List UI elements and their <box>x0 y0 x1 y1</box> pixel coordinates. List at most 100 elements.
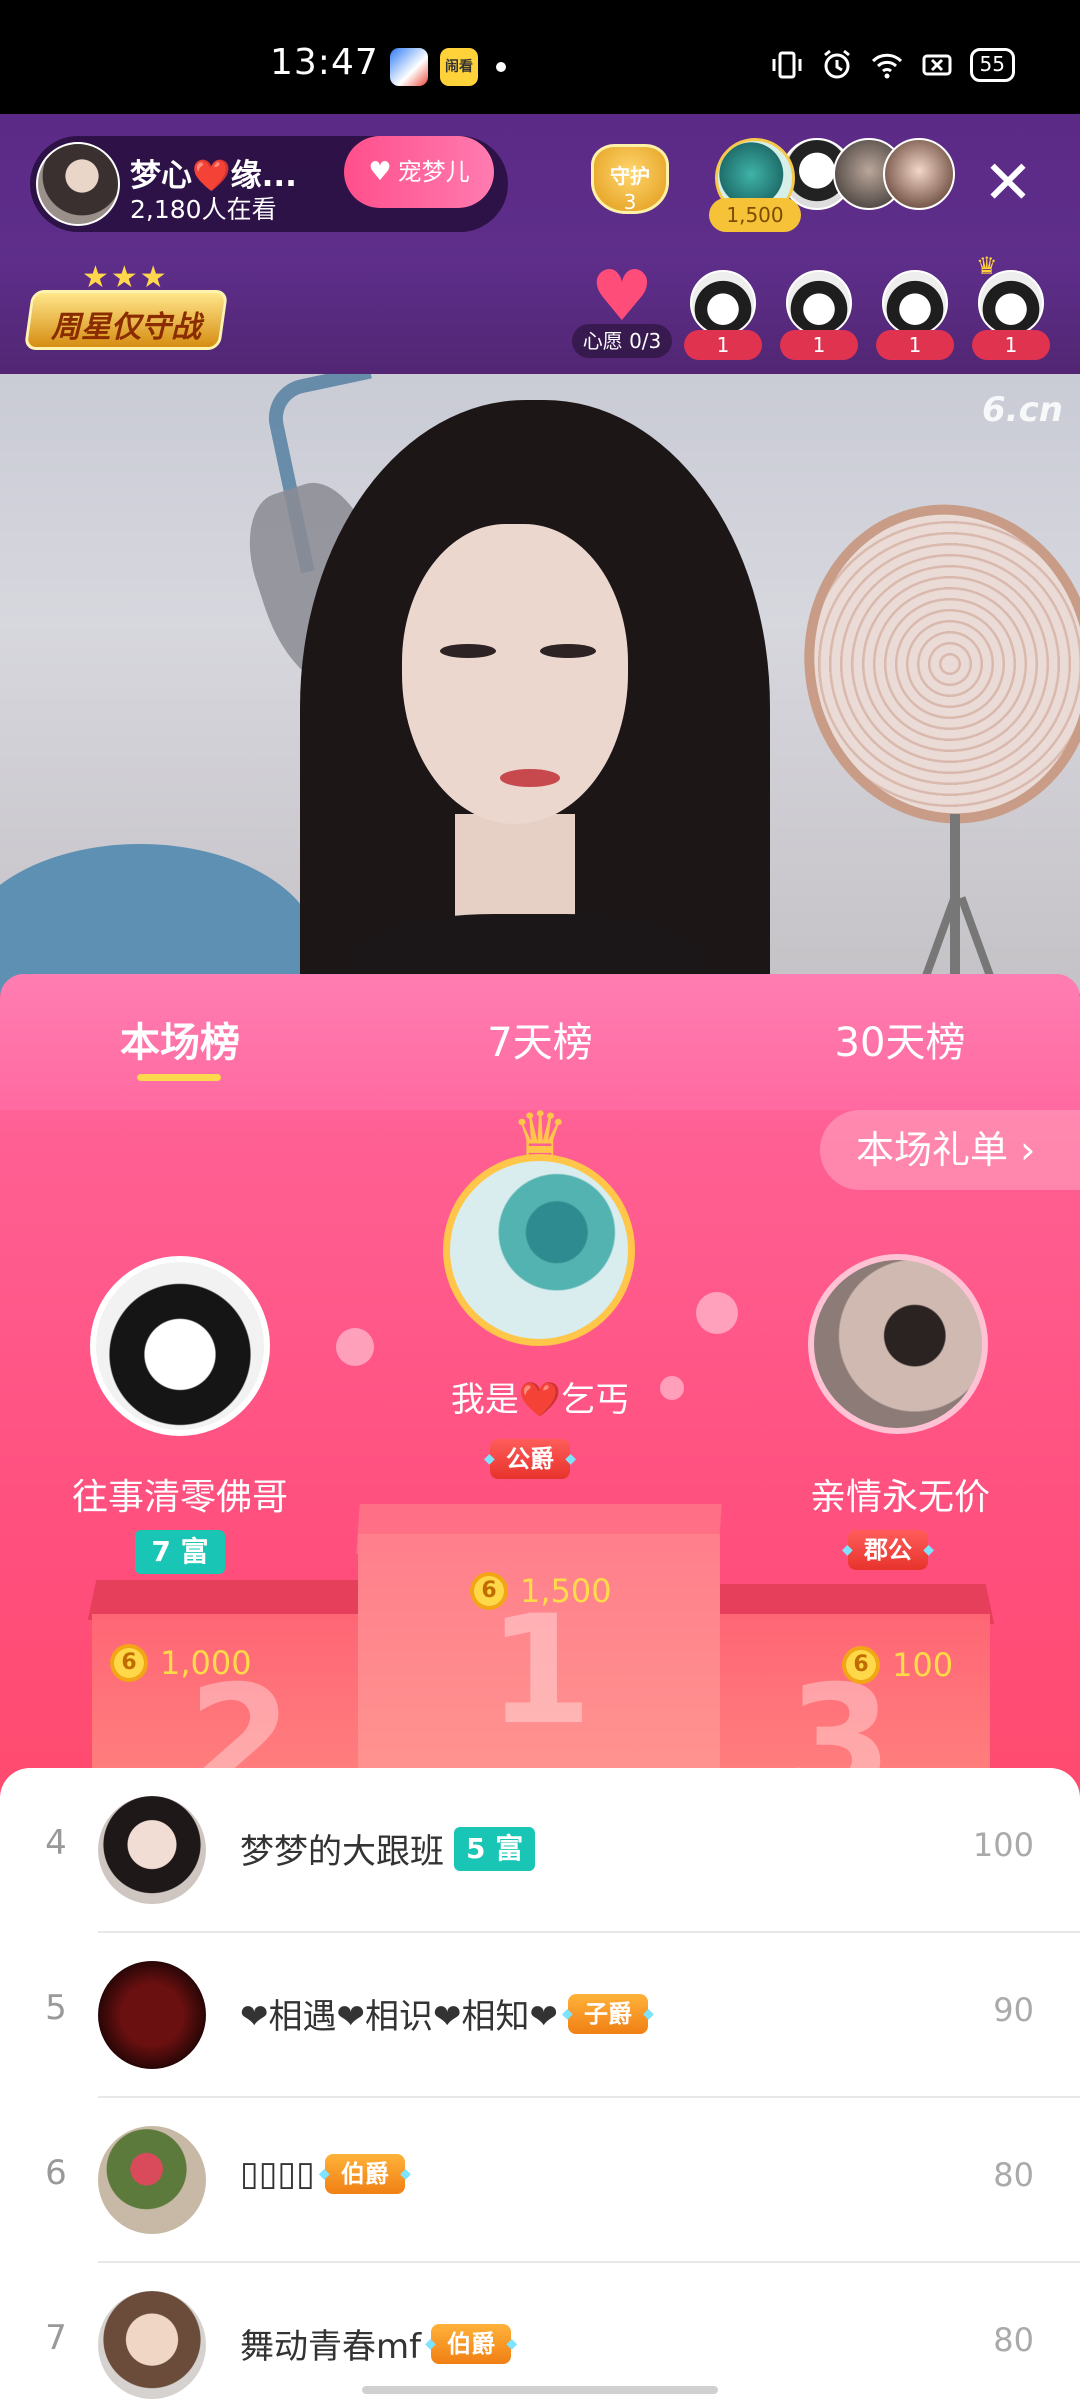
guard-label: 守护 <box>610 164 650 188</box>
rank-3-name: 亲情永无价 <box>809 1477 990 1518</box>
rank-2-avatar[interactable] <box>90 1256 270 1436</box>
fan-avatar[interactable] <box>883 138 955 210</box>
heart-icon: ♥ <box>590 255 654 337</box>
banner-label: 周星仅守战 <box>51 310 201 345</box>
list-item[interactable]: 7 舞动青春mf 伯爵 80 <box>0 2263 1080 2400</box>
noble-badge: 伯爵 <box>425 2323 517 2364</box>
rank-1-value: 6 1,500 <box>470 1572 612 1610</box>
home-indicator[interactable] <box>362 2386 718 2394</box>
status-icons: 55 <box>770 48 1015 82</box>
list-item-name: ▯▯▯▯ 伯爵 <box>240 2154 411 2194</box>
watermark-logo: 6.cn <box>982 390 1063 430</box>
mini-fan-count: 1 <box>972 330 1050 360</box>
rank-number: 5 <box>45 1988 67 2028</box>
electric-fan <box>774 477 1080 851</box>
live-header: 梦心❤️缘... 2,180人在看 ♥ 宠梦儿 守护 3 1,500 ✕ ★★★ … <box>0 114 1080 374</box>
fan-avatar <box>978 270 1044 336</box>
close-button[interactable]: ✕ <box>975 150 1041 216</box>
noble-badge: 子爵 <box>562 1993 654 2034</box>
viewer-count: 2,180人在看 <box>130 195 277 224</box>
rank-3-noble-badge: 郡公 <box>842 1530 948 1570</box>
alarm-icon <box>823 49 850 79</box>
rank-number: 6 <box>45 2153 67 2193</box>
avatar[interactable] <box>98 2291 206 2399</box>
rank-number: 7 <box>45 2318 67 2358</box>
contribution-value: 80 <box>993 2156 1034 2194</box>
live-video[interactable]: 6.cn <box>0 374 1080 994</box>
stars-icon: ★★★ <box>82 260 169 295</box>
rank-3-value: 6 100 <box>842 1646 953 1684</box>
noble-badge: 郡公 <box>842 1530 934 1570</box>
fan-avatar <box>882 270 948 336</box>
contribution-value: 80 <box>993 2321 1034 2359</box>
user-name: ❤相遇❤相识❤相知❤ <box>240 1997 558 2037</box>
guard-count: 3 <box>623 190 637 214</box>
heart-wings-icon: ♥ <box>368 157 392 187</box>
rank-2-name: 往事清零佛哥 <box>71 1477 288 1518</box>
active-tab-indicator <box>137 1074 221 1081</box>
mini-fan[interactable]: 1 <box>876 270 954 366</box>
status-time: 13:47 <box>270 42 379 83</box>
mini-fan-count: 1 <box>876 330 954 360</box>
rank-1-coins: 1,500 <box>520 1572 612 1610</box>
more-notifications-dot <box>496 62 506 72</box>
list-item[interactable]: 4 梦梦的大跟班 5 富 100 <box>0 1768 1080 1933</box>
list-item[interactable]: 6 ▯▯▯▯ 伯爵 80 <box>0 2098 1080 2263</box>
weekly-star-banner[interactable]: ★★★ 周星仅守战 <box>23 260 229 356</box>
podium-number: 1 <box>487 1584 593 1758</box>
list-item[interactable]: 5 ❤相遇❤相识❤相知❤ 子爵 90 <box>0 1933 1080 2098</box>
rank-3-coins: 100 <box>892 1646 954 1684</box>
app-notification-icon <box>390 48 428 86</box>
host-name: 梦心❤️缘... <box>130 158 297 194</box>
ranking-panel: 本场榜 7天榜 30天榜 本场礼单 › 2 3 1 ♛ 我是❤️乞丐 公爵 6 … <box>0 974 1080 2400</box>
host-avatar[interactable] <box>36 142 120 226</box>
wish-label: 心愿 0/3 <box>572 324 672 358</box>
follow-button[interactable]: ♥ 宠梦儿 <box>344 136 494 208</box>
tab-7-days[interactable]: 7天榜 <box>420 1010 660 1068</box>
mini-fan[interactable]: 1 <box>684 270 762 366</box>
gift-list-button[interactable]: 本场礼单 › <box>820 1110 1080 1190</box>
mini-fan[interactable]: 1 <box>780 270 858 366</box>
user-name: ▯▯▯▯ <box>240 2154 315 2194</box>
noble-badge: 伯爵 <box>319 2154 411 2194</box>
blue-pillow <box>0 844 320 994</box>
coin-icon: 6 <box>110 1644 148 1682</box>
contribution-value: 100 <box>972 1826 1034 1864</box>
follow-label: 宠梦儿 <box>397 158 470 186</box>
wealth-badge: 5 富 <box>454 1826 536 1871</box>
tab-30-days[interactable]: 30天榜 <box>780 1010 1020 1068</box>
battery-icon: 55 <box>969 48 1015 82</box>
rank-1-avatar[interactable] <box>443 1154 635 1346</box>
list-item-name: ❤相遇❤相识❤相知❤ 子爵 <box>240 1989 654 2038</box>
avatar[interactable] <box>98 1961 206 2069</box>
guard-badge[interactable]: 守护 3 <box>585 140 675 232</box>
top-fan-coins: 1,500 <box>709 198 801 232</box>
wish-widget[interactable]: ♥ 心愿 0/3 <box>572 255 672 360</box>
sparkle-decor <box>696 1292 738 1334</box>
rank-1-noble-badge: 公爵 <box>484 1439 590 1479</box>
tab-this-show[interactable]: 本场榜 <box>60 1010 300 1068</box>
fan-avatar <box>690 270 756 336</box>
avatar[interactable] <box>98 2126 206 2234</box>
mini-fan-count: 1 <box>684 330 762 360</box>
streamer-lips <box>500 769 560 787</box>
list-item-name: 梦梦的大跟班 5 富 <box>240 1824 536 1873</box>
app-notification-icon-2: 闹看 <box>440 48 478 86</box>
rank-3-avatar[interactable] <box>808 1254 988 1434</box>
user-name: 梦梦的大跟班 <box>240 1832 444 1872</box>
ranking-list: 4 梦梦的大跟班 5 富 100 5 ❤相遇❤相识❤相知❤ 子爵 90 6 ▯▯… <box>0 1768 1080 2400</box>
rank-number: 4 <box>45 1823 67 1863</box>
avatar[interactable] <box>98 1796 206 1904</box>
rank-2-value: 6 1,000 <box>110 1644 252 1682</box>
streamer-eye <box>440 644 496 658</box>
sparkle-decor <box>336 1328 374 1366</box>
wealth-badge: 7 富 <box>135 1530 225 1574</box>
ranking-tabs: 本场榜 7天榜 30天榜 <box>0 974 1080 1110</box>
contribution-value: 90 <box>993 1991 1034 2029</box>
wifi-icon <box>871 53 902 79</box>
fan-avatar <box>786 270 852 336</box>
coin-icon: 6 <box>470 1572 508 1610</box>
sim-off-icon <box>922 54 952 76</box>
mini-fan[interactable]: ♛ 1 <box>972 252 1050 366</box>
coin-icon: 6 <box>842 1646 880 1684</box>
